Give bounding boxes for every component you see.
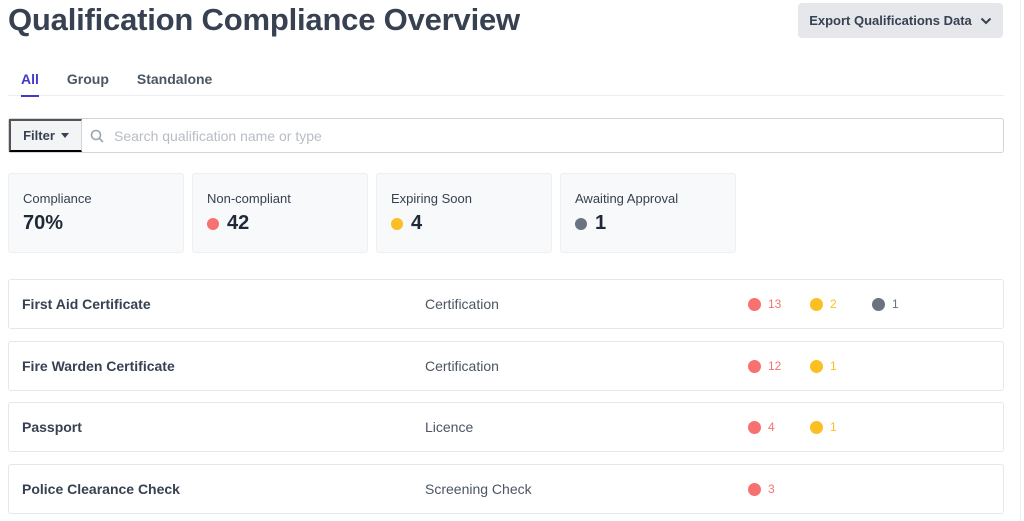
stat-card-non-compliant[interactable]: Non-compliant 42	[192, 173, 368, 253]
count: 1	[830, 420, 837, 434]
amber-status-dot-icon	[810, 297, 823, 311]
stat-label: Compliance	[23, 191, 92, 206]
amber-status-dot-icon	[810, 420, 823, 434]
expiring-count: 1	[810, 359, 837, 373]
chevron-down-icon	[980, 17, 991, 24]
tab-all[interactable]: All	[21, 68, 39, 97]
filter-label: Filter	[23, 128, 55, 143]
expiring-count: 1	[810, 420, 837, 434]
gray-status-dot-icon	[575, 217, 587, 230]
qualification-name: First Aid Certificate	[22, 296, 151, 312]
non-compliant-count: 13	[748, 297, 781, 311]
scrollbar-track[interactable]	[1020, 0, 1021, 521]
red-status-dot-icon	[748, 359, 761, 373]
stat-value: 1	[595, 212, 607, 234]
stat-card-awaiting-approval[interactable]: Awaiting Approval 1	[560, 173, 736, 253]
expiring-count: 2	[810, 297, 837, 311]
stat-label: Non-compliant	[207, 191, 291, 206]
filter-button[interactable]: Filter	[9, 119, 82, 152]
stat-label: Awaiting Approval	[575, 191, 679, 206]
awaiting-count: 1	[872, 297, 899, 311]
export-qualifications-button[interactable]: Export Qualifications Data	[798, 3, 1003, 38]
search-bar: Filter	[8, 118, 1004, 153]
non-compliant-count: 3	[748, 482, 775, 496]
red-status-dot-icon	[748, 420, 761, 434]
qualification-name: Police Clearance Check	[22, 481, 180, 497]
red-status-dot-icon	[207, 217, 219, 230]
stat-label: Expiring Soon	[391, 191, 472, 206]
page-title: Qualification Compliance Overview	[8, 2, 520, 37]
stat-card-compliance: Compliance 70%	[8, 173, 184, 253]
count: 3	[768, 482, 775, 496]
qualification-row[interactable]: Police Clearance Check Screening Check 3	[8, 464, 1004, 514]
qualification-row[interactable]: Fire Warden Certificate Certification 12…	[8, 341, 1004, 391]
gray-status-dot-icon	[872, 297, 885, 311]
count: 4	[768, 420, 775, 434]
red-status-dot-icon	[748, 297, 761, 311]
red-status-dot-icon	[748, 482, 761, 496]
stat-value: 70%	[23, 212, 64, 234]
tab-standalone[interactable]: Standalone	[137, 68, 212, 96]
count: 12	[768, 359, 782, 373]
qualification-type: Certification	[425, 358, 499, 374]
search-icon	[90, 129, 104, 143]
tab-group[interactable]: Group	[67, 68, 109, 96]
qualification-type: Certification	[425, 296, 499, 312]
qualification-name: Passport	[22, 419, 82, 435]
count: 13	[768, 297, 782, 311]
qualification-row[interactable]: Passport Licence 4 1	[8, 402, 1004, 452]
tab-bar: All Group Standalone	[8, 68, 1004, 97]
qualification-row[interactable]: First Aid Certificate Certification 13 2…	[8, 279, 1004, 329]
count: 1	[892, 297, 899, 311]
count: 1	[830, 359, 837, 373]
search-input[interactable]	[114, 127, 1003, 144]
non-compliant-count: 12	[748, 359, 781, 373]
amber-status-dot-icon	[810, 359, 823, 373]
qualification-type: Licence	[425, 419, 474, 435]
caret-down-icon	[60, 133, 69, 138]
amber-status-dot-icon	[391, 217, 403, 230]
count: 2	[830, 297, 837, 311]
stat-card-expiring-soon[interactable]: Expiring Soon 4	[376, 173, 552, 253]
stat-value: 42	[227, 212, 250, 234]
qualification-type: Screening Check	[425, 481, 532, 497]
stat-value: 4	[411, 212, 423, 234]
qualification-name: Fire Warden Certificate	[22, 358, 175, 374]
export-label: Export Qualifications Data	[809, 13, 972, 28]
non-compliant-count: 4	[748, 420, 775, 434]
